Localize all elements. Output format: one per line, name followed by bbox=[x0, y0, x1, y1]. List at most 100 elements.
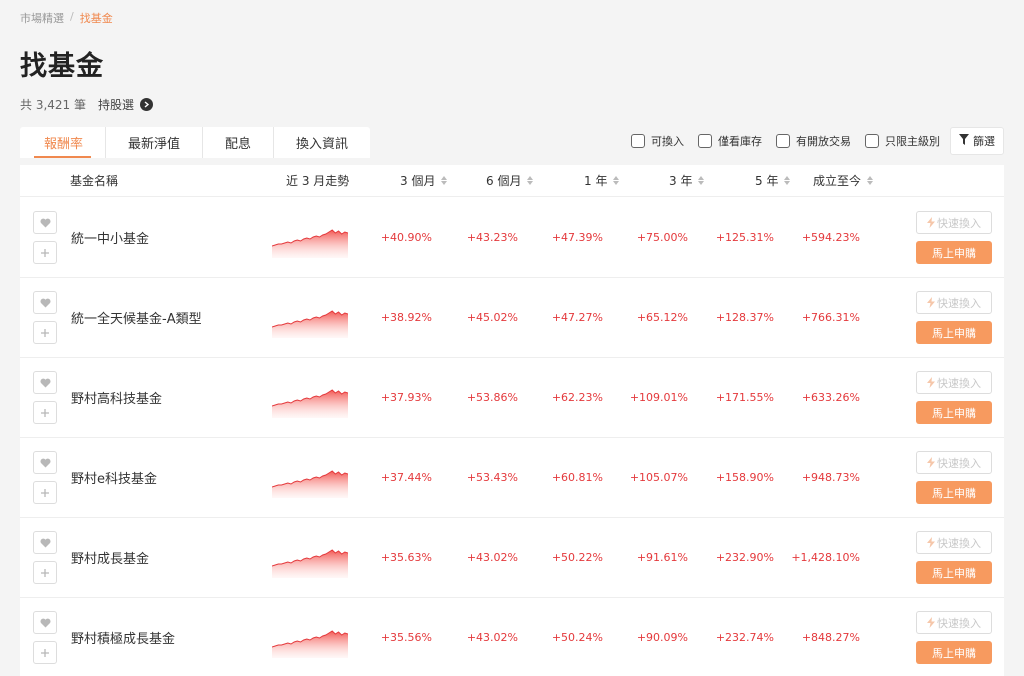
fund-name-link[interactable]: 野村成長基金 bbox=[71, 548, 149, 567]
buy-now-button[interactable]: 馬上申購 bbox=[916, 481, 992, 504]
return-y3: +105.07% bbox=[629, 471, 688, 484]
header-3y[interactable]: 3 年 bbox=[669, 172, 705, 189]
fund-name-link[interactable]: 統一中小基金 bbox=[71, 228, 149, 247]
tab-switch-info[interactable]: 換入資訊 bbox=[273, 127, 370, 158]
header-label: 基金名稱 bbox=[70, 174, 119, 188]
buy-now-button[interactable]: 馬上申購 bbox=[916, 641, 992, 664]
checkbox[interactable] bbox=[776, 134, 790, 148]
quick-switch-button[interactable]: 快速換入 bbox=[916, 531, 992, 554]
sort-icon bbox=[867, 176, 874, 185]
buy-now-button[interactable]: 馬上申購 bbox=[916, 321, 992, 344]
header-1y[interactable]: 1 年 bbox=[584, 172, 620, 189]
fund-name-link[interactable]: 野村e科技基金 bbox=[71, 468, 157, 487]
return-y5: +158.90% bbox=[715, 471, 774, 484]
favorite-button[interactable] bbox=[33, 611, 57, 634]
table-row[interactable]: 野村e科技基金 +37.44% +53.43% +60.81% +105.07% +15… bbox=[20, 438, 1004, 518]
return-since: +848.27% bbox=[801, 631, 860, 644]
header-label: 5 年 bbox=[755, 174, 779, 188]
table-row[interactable]: 野村高科技基金 +37.93% +53.86% +62.23% +109.01% +17… bbox=[20, 358, 1004, 438]
return-m6: +43.23% bbox=[466, 231, 518, 244]
return-y3: +109.01% bbox=[629, 391, 688, 404]
return-since: +1,428.10% bbox=[791, 551, 860, 564]
lightning-icon bbox=[927, 617, 935, 628]
chevron-right-icon bbox=[140, 98, 153, 111]
plus-icon bbox=[41, 408, 49, 417]
buy-now-button[interactable]: 馬上申購 bbox=[916, 241, 992, 264]
quick-switch-button[interactable]: 快速換入 bbox=[916, 211, 992, 234]
table-row[interactable]: 統一中小基金 +40.90% +43.23% +47.39% +75.00% +125.… bbox=[20, 198, 1004, 278]
quick-switch-label: 快速換入 bbox=[937, 296, 981, 310]
add-compare-button[interactable] bbox=[33, 241, 57, 264]
filter-label: 可換入 bbox=[651, 135, 684, 148]
buy-now-button[interactable]: 馬上申購 bbox=[916, 561, 992, 584]
filter-main-class-only[interactable]: 只限主級別 bbox=[865, 133, 940, 149]
heart-icon bbox=[39, 298, 51, 307]
return-m6: +53.86% bbox=[466, 391, 518, 404]
header-3m[interactable]: 3 個月 bbox=[400, 172, 448, 189]
table-row[interactable]: 野村積極成長基金 +35.56% +43.02% +50.24% +90.09% +23… bbox=[20, 598, 1004, 676]
holdings-select-label: 持股選 bbox=[97, 98, 134, 112]
add-compare-button[interactable] bbox=[33, 401, 57, 424]
return-y1: +47.39% bbox=[551, 231, 603, 244]
favorite-button[interactable] bbox=[33, 211, 57, 234]
return-y1: +50.22% bbox=[551, 551, 603, 564]
table-row[interactable]: 野村成長基金 +35.63% +43.02% +50.22% +91.61% +232.… bbox=[20, 518, 1004, 598]
trend-sparkline bbox=[272, 229, 348, 258]
page-title: 找基金 bbox=[20, 51, 104, 82]
plus-icon bbox=[41, 248, 49, 257]
filter-holdings-only[interactable]: 僅看庫存 bbox=[698, 133, 762, 149]
add-compare-button[interactable] bbox=[33, 561, 57, 584]
add-compare-button[interactable] bbox=[33, 641, 57, 664]
table-row[interactable]: 統一全天候基金-A類型 +38.92% +45.02% +47.27% +65.12%… bbox=[20, 278, 1004, 358]
lightning-icon bbox=[927, 457, 935, 468]
holdings-select-link[interactable]: 持股選 bbox=[98, 96, 153, 113]
fund-name-link[interactable]: 野村積極成長基金 bbox=[71, 628, 175, 647]
favorite-button[interactable] bbox=[33, 371, 57, 394]
header-since-inception[interactable]: 成立至今 bbox=[813, 172, 874, 189]
result-count: 共 3,421 筆 bbox=[20, 98, 86, 112]
header-label: 1 年 bbox=[584, 174, 608, 188]
plus-icon bbox=[41, 648, 49, 657]
return-y3: +65.12% bbox=[636, 311, 688, 324]
return-y3: +75.00% bbox=[636, 231, 688, 244]
header-label: 成立至今 bbox=[813, 174, 862, 188]
breadcrumb-parent-link[interactable]: 市場精選 bbox=[20, 10, 64, 26]
favorite-button[interactable] bbox=[33, 451, 57, 474]
favorite-button[interactable] bbox=[33, 291, 57, 314]
favorite-button[interactable] bbox=[33, 531, 57, 554]
quick-switch-label: 快速換入 bbox=[937, 456, 981, 470]
filter-button[interactable]: 篩選 bbox=[950, 127, 1004, 155]
header-5y[interactable]: 5 年 bbox=[755, 172, 791, 189]
return-y1: +60.81% bbox=[551, 471, 603, 484]
add-compare-button[interactable] bbox=[33, 481, 57, 504]
return-m6: +43.02% bbox=[466, 631, 518, 644]
header-label: 6 個月 bbox=[486, 174, 522, 188]
add-compare-button[interactable] bbox=[33, 321, 57, 344]
quick-switch-button[interactable]: 快速換入 bbox=[916, 451, 992, 474]
tab-latest-nav[interactable]: 最新淨值 bbox=[105, 127, 202, 158]
checkbox[interactable] bbox=[865, 134, 879, 148]
breadcrumb-current: 找基金 bbox=[79, 12, 113, 25]
quick-switch-button[interactable]: 快速換入 bbox=[916, 371, 992, 394]
buy-now-button[interactable]: 馬上申購 bbox=[916, 401, 992, 424]
header-trend: 近 3 月走勢 bbox=[286, 172, 349, 189]
fund-name-link[interactable]: 統一全天候基金-A類型 bbox=[71, 308, 202, 327]
header-label: 3 年 bbox=[669, 174, 693, 188]
plus-icon bbox=[41, 328, 49, 337]
lightning-icon bbox=[927, 377, 935, 388]
filter-label: 只限主級別 bbox=[885, 135, 940, 148]
filter-switchable[interactable]: 可換入 bbox=[631, 133, 684, 149]
quick-switch-button[interactable]: 快速換入 bbox=[916, 291, 992, 314]
lightning-icon bbox=[927, 217, 935, 228]
table-header: 基金名稱 近 3 月走勢 3 個月 6 個月 1 年 3 年 5 年 成立至今 bbox=[20, 165, 1004, 197]
tab-dividend[interactable]: 配息 bbox=[202, 127, 273, 158]
filter-open-trading[interactable]: 有開放交易 bbox=[776, 133, 851, 149]
quick-switch-button[interactable]: 快速換入 bbox=[916, 611, 992, 634]
plus-icon bbox=[41, 568, 49, 577]
fund-name-link[interactable]: 野村高科技基金 bbox=[71, 388, 162, 407]
header-6m[interactable]: 6 個月 bbox=[486, 172, 534, 189]
checkbox[interactable] bbox=[698, 134, 712, 148]
tab-returns[interactable]: 報酬率 bbox=[20, 127, 105, 158]
checkbox[interactable] bbox=[631, 134, 645, 148]
return-y3: +91.61% bbox=[636, 551, 688, 564]
